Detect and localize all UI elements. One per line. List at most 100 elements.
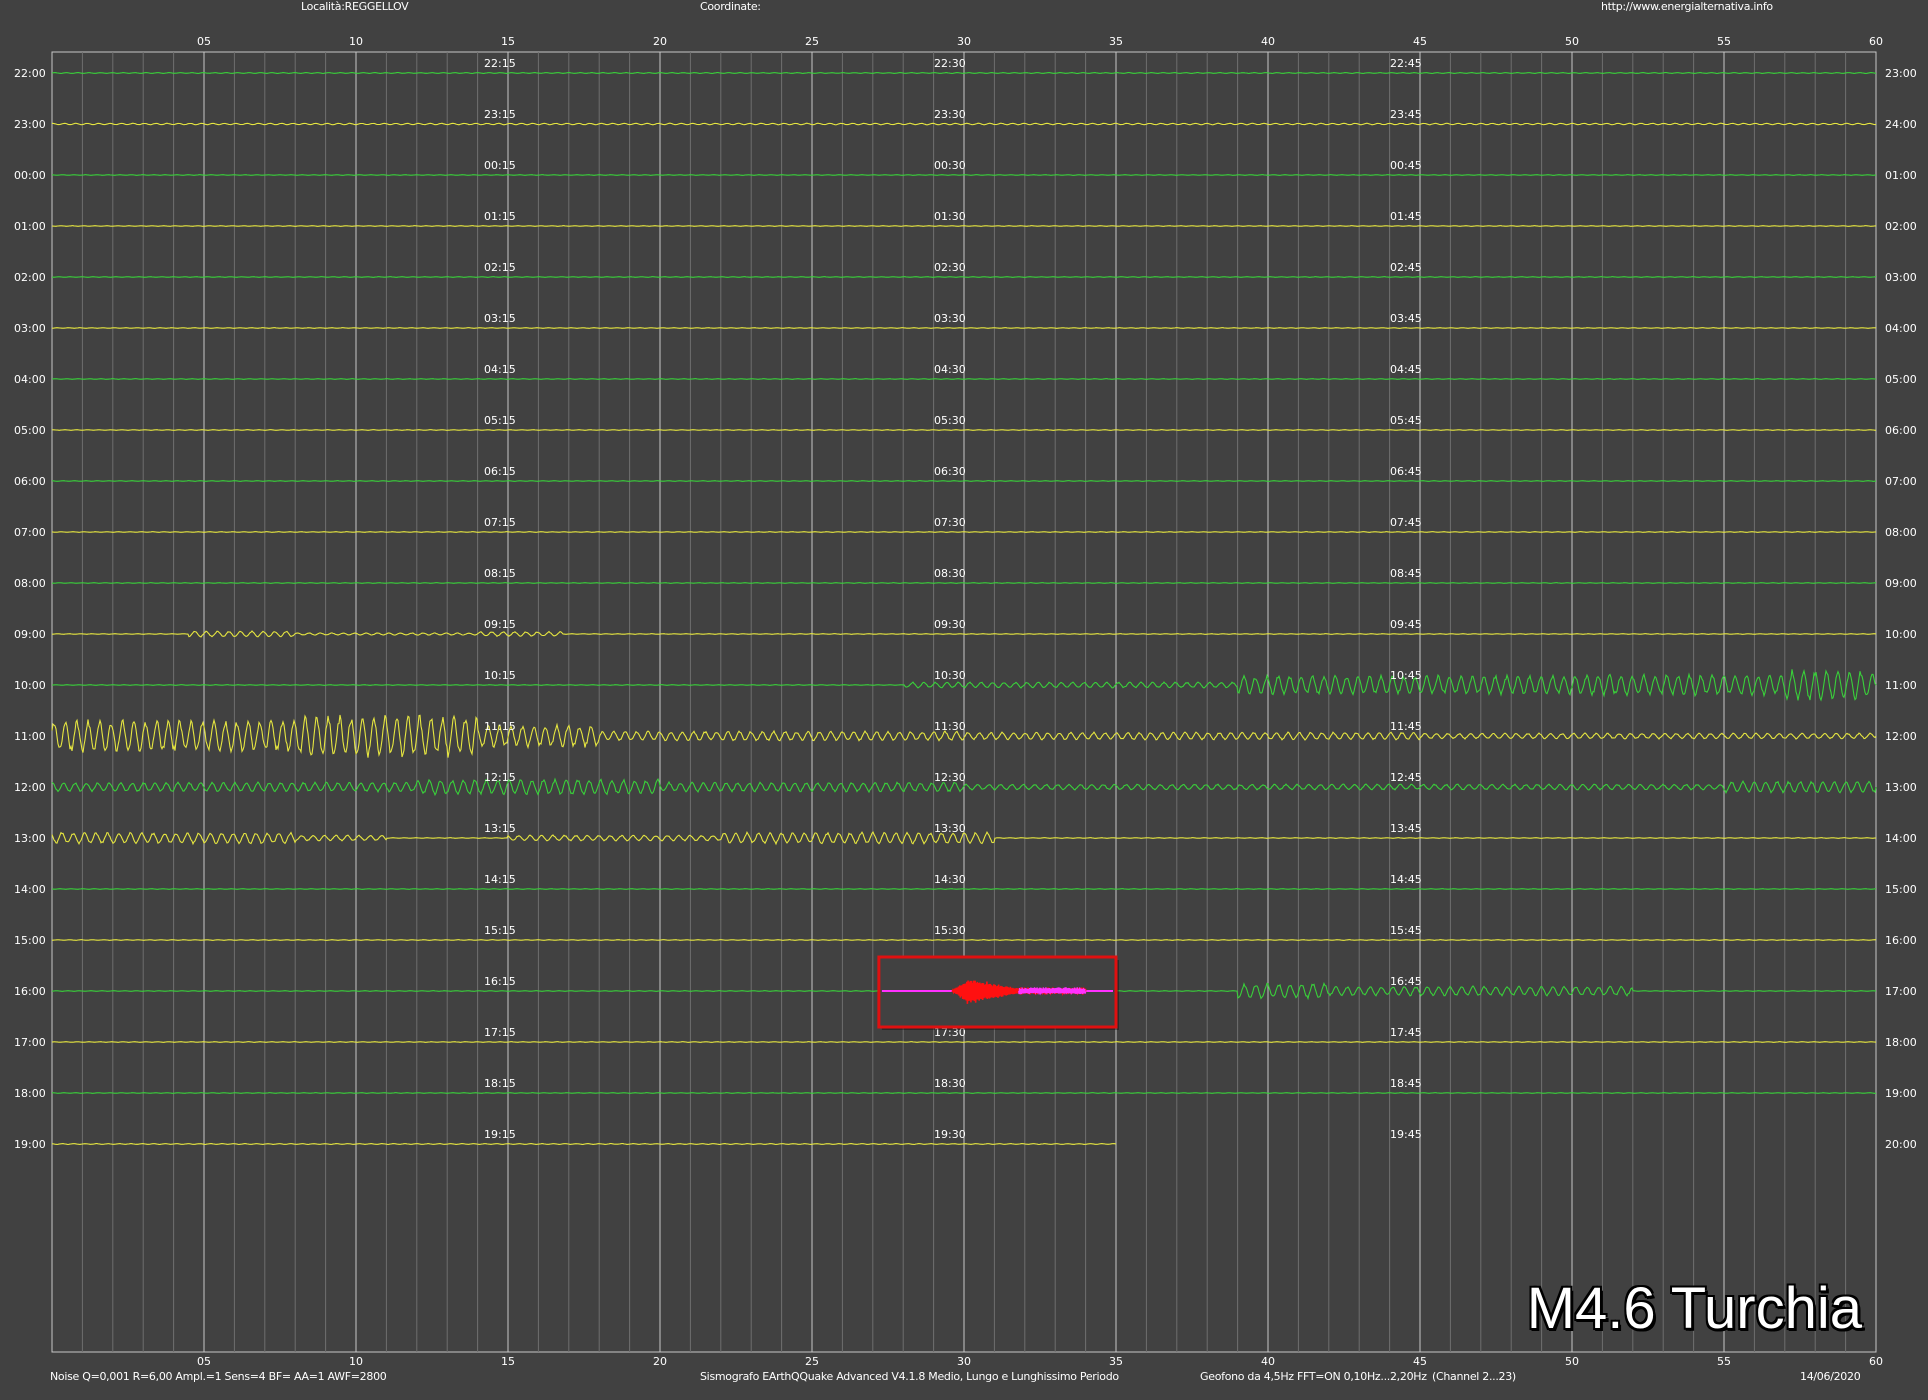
quarter-marker-30: 19:30 — [934, 1128, 966, 1141]
row-time-label-left: 22:00 — [14, 67, 46, 80]
quarter-marker-45: 09:45 — [1390, 618, 1422, 631]
row-time-label-left: 07:00 — [14, 526, 46, 539]
row-time-label-right: 23:00 — [1885, 67, 1917, 80]
quarter-marker-30: 07:30 — [934, 516, 966, 529]
x-tick-label-top: 50 — [1565, 35, 1579, 48]
row-time-label-right: 03:00 — [1885, 271, 1917, 284]
quarter-marker-15: 13:15 — [484, 822, 516, 835]
x-tick-label-bottom: 25 — [805, 1355, 819, 1368]
row-time-label-right: 05:00 — [1885, 373, 1917, 386]
quarter-marker-15: 22:15 — [484, 57, 516, 70]
row-time-label-right: 07:00 — [1885, 475, 1917, 488]
x-tick-label-bottom: 10 — [349, 1355, 363, 1368]
row-time-label-right: 10:00 — [1885, 628, 1917, 641]
quarter-marker-15: 01:15 — [484, 210, 516, 223]
quarter-marker-45: 00:45 — [1390, 159, 1422, 172]
trace-line — [52, 1092, 1877, 1094]
quarter-marker-15: 15:15 — [484, 924, 516, 937]
quarter-marker-30: 18:30 — [934, 1077, 966, 1090]
footer-software: Sismografo EArthQQuake Advanced V4.1.8 M… — [700, 1370, 1119, 1383]
quarter-marker-30: 04:30 — [934, 363, 966, 376]
row-time-label-left: 08:00 — [14, 577, 46, 590]
trace-line — [51, 939, 1877, 941]
quarter-marker-30: 03:30 — [934, 312, 966, 325]
quarter-marker-45: 01:45 — [1390, 210, 1422, 223]
quarter-marker-30: 01:30 — [934, 210, 966, 223]
x-tick-label-top: 10 — [349, 35, 363, 48]
quarter-marker-45: 02:45 — [1390, 261, 1422, 274]
row-time-label-left: 17:00 — [14, 1036, 46, 1049]
row-time-label-left: 16:00 — [14, 985, 46, 998]
row-time-label-right: 18:00 — [1885, 1036, 1917, 1049]
quarter-marker-15: 03:15 — [484, 312, 516, 325]
x-tick-label-top: 20 — [653, 35, 667, 48]
quarter-marker-45: 05:45 — [1390, 414, 1422, 427]
quarter-marker-30: 13:30 — [934, 822, 966, 835]
x-tick-label-bottom: 55 — [1717, 1355, 1731, 1368]
row-time-label-left: 13:00 — [14, 832, 46, 845]
quarter-marker-15: 11:15 — [484, 720, 516, 733]
row-time-label-left: 15:00 — [14, 934, 46, 947]
x-tick-label-bottom: 50 — [1565, 1355, 1579, 1368]
trace-line — [51, 174, 1877, 176]
trace-line — [52, 582, 1877, 584]
row-time-label-left: 03:00 — [14, 322, 46, 335]
quarter-marker-45: 06:45 — [1390, 465, 1422, 478]
row-time-label-right: 13:00 — [1885, 781, 1917, 794]
row-time-label-right: 24:00 — [1885, 118, 1917, 131]
row-time-label-left: 10:00 — [14, 679, 46, 692]
x-tick-label-top: 15 — [501, 35, 515, 48]
quarter-marker-15: 02:15 — [484, 261, 516, 274]
x-tick-label-bottom: 20 — [653, 1355, 667, 1368]
row-time-label-right: 17:00 — [1885, 985, 1917, 998]
quarter-marker-45: 22:45 — [1390, 57, 1422, 70]
row-time-label-left: 04:00 — [14, 373, 46, 386]
x-tick-label-bottom: 15 — [501, 1355, 515, 1368]
quarter-marker-15: 12:15 — [484, 771, 516, 784]
quarter-marker-15: 00:15 — [484, 159, 516, 172]
trace-line — [51, 225, 1877, 227]
row-time-label-right: 09:00 — [1885, 577, 1917, 590]
x-tick-label-bottom: 05 — [197, 1355, 211, 1368]
row-time-label-left: 00:00 — [14, 169, 46, 182]
row-time-label-right: 20:00 — [1885, 1138, 1917, 1151]
x-tick-label-top: 25 — [805, 35, 819, 48]
helicorder-chart: Località:REGGELLOV Coordinate: http://ww… — [0, 0, 1928, 1400]
quarter-marker-45: 14:45 — [1390, 873, 1422, 886]
seismogram-plot: 05 05 10 10 15 15 20 20 25 25 30 30 35 35 40 40 45 45 50 50… — [14, 35, 1917, 1368]
x-tick-label-top: 55 — [1717, 35, 1731, 48]
quarter-marker-15: 05:15 — [484, 414, 516, 427]
quarter-marker-15: 19:15 — [484, 1128, 516, 1141]
quarter-marker-45: 10:45 — [1390, 669, 1422, 682]
quarter-marker-45: 19:45 — [1390, 1128, 1422, 1141]
row-time-label-right: 19:00 — [1885, 1087, 1917, 1100]
quarter-marker-15: 06:15 — [484, 465, 516, 478]
quarter-marker-45: 08:45 — [1390, 567, 1422, 580]
row-time-label-left: 05:00 — [14, 424, 46, 437]
quarter-marker-15: 14:15 — [484, 873, 516, 886]
trace-line — [51, 327, 1877, 329]
footer-noise: Noise Q=0,001 R=6,00 Ampl.=1 Sens=4 BF= … — [50, 1370, 387, 1383]
x-tick-label-bottom: 40 — [1261, 1355, 1275, 1368]
trace-line — [51, 531, 1877, 533]
event-title-banner: M4.6 Turchia — [1526, 1276, 1862, 1341]
quarter-marker-30: 23:30 — [934, 108, 966, 121]
quarter-marker-45: 04:45 — [1390, 363, 1422, 376]
x-tick-label-top: 35 — [1109, 35, 1123, 48]
row-time-label-left: 18:00 — [14, 1087, 46, 1100]
row-time-label-right: 06:00 — [1885, 424, 1917, 437]
x-tick-label-bottom: 45 — [1413, 1355, 1427, 1368]
x-tick-label-top: 30 — [957, 35, 971, 48]
quarter-marker-15: 09:15 — [484, 618, 516, 631]
trace-line — [52, 429, 1877, 431]
trace-line — [51, 378, 1877, 380]
quarter-marker-30: 10:30 — [934, 669, 966, 682]
row-time-label-left: 23:00 — [14, 118, 46, 131]
row-time-label-right: 04:00 — [1885, 322, 1917, 335]
row-time-label-left: 19:00 — [14, 1138, 46, 1151]
row-time-label-right: 08:00 — [1885, 526, 1917, 539]
quarter-marker-15: 10:15 — [484, 669, 516, 682]
quarter-marker-45: 03:45 — [1390, 312, 1422, 325]
row-time-label-left: 11:00 — [14, 730, 46, 743]
quarter-marker-30: 09:30 — [934, 618, 966, 631]
